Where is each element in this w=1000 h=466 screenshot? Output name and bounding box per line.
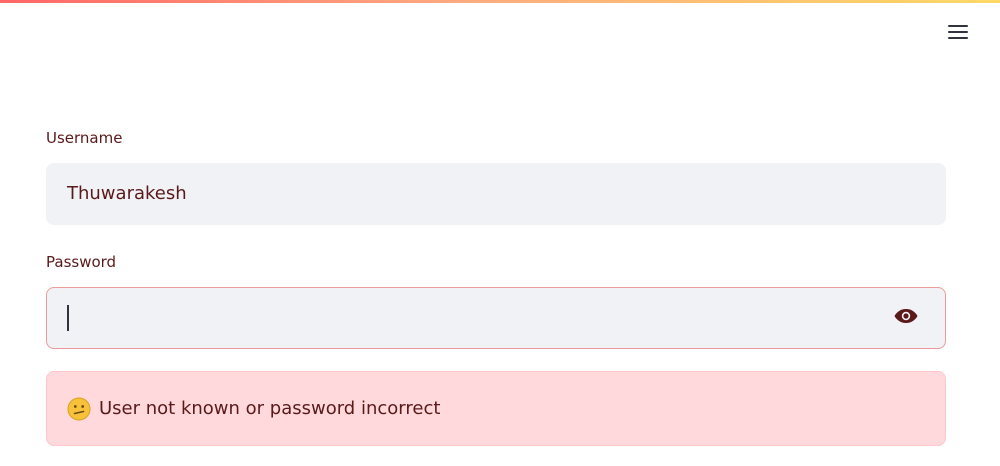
error-message: User not known or password incorrect [99, 398, 441, 419]
main-menu-button[interactable] [944, 20, 972, 44]
username-value: Thuwarakesh [67, 183, 187, 204]
username-label: Username [46, 129, 123, 147]
username-input[interactable]: Thuwarakesh [46, 163, 946, 225]
hamburger-menu-icon [948, 24, 968, 40]
password-input[interactable] [46, 287, 946, 349]
text-caret [67, 305, 69, 331]
show-password-button[interactable] [893, 307, 919, 329]
top-accent-bar [0, 0, 1000, 3]
eye-icon [894, 308, 918, 328]
password-label: Password [46, 253, 117, 271]
error-alert: User not known or password incorrect [46, 371, 946, 446]
confused-face-icon [67, 397, 91, 421]
